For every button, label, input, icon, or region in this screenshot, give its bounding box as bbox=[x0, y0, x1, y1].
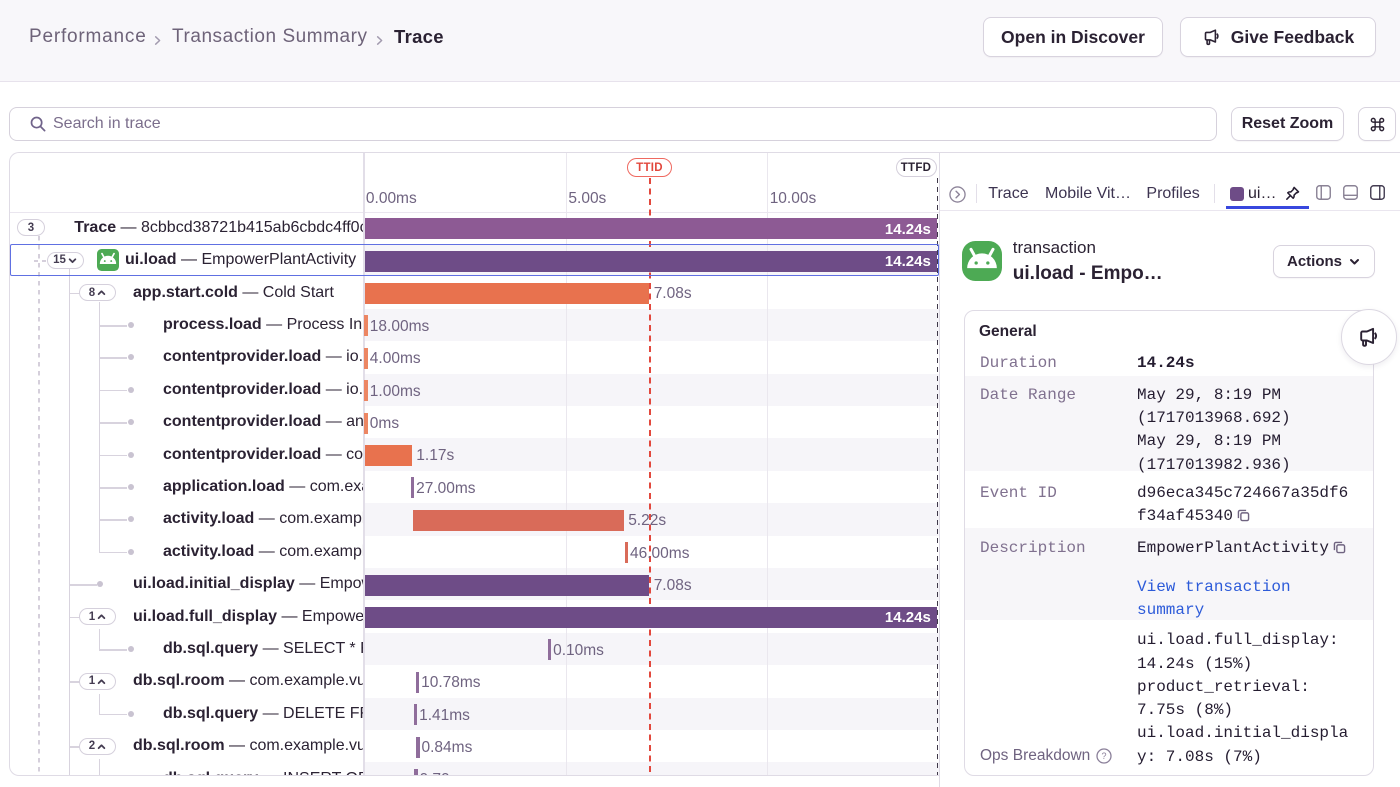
svg-text:?: ? bbox=[1102, 751, 1107, 761]
